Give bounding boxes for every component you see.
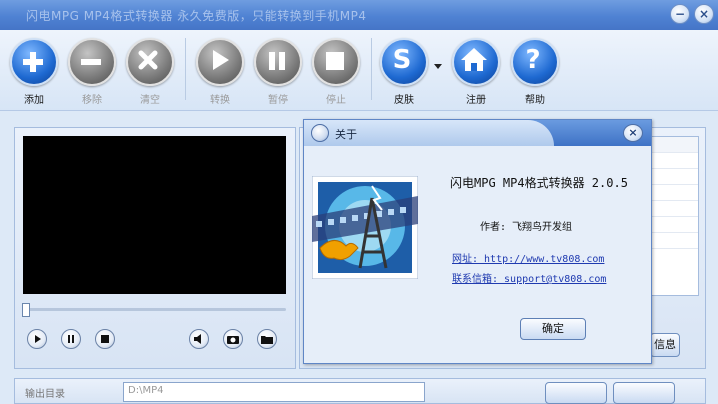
- about-author: 作者: 飞翔鸟开发组: [480, 222, 573, 233]
- dropdown-arrow-icon[interactable]: [434, 64, 442, 69]
- register-button[interactable]: 注册: [451, 38, 501, 106]
- seek-handle[interactable]: [22, 303, 30, 317]
- camera-icon: [227, 336, 239, 344]
- volume-button[interactable]: [189, 329, 209, 349]
- browse-button[interactable]: [545, 382, 607, 404]
- close-button[interactable]: ×: [694, 4, 714, 24]
- toolbar-divider: [185, 38, 186, 100]
- info-button[interactable]: 信息: [650, 333, 680, 357]
- folder-icon: [261, 336, 273, 344]
- window-titlebar: 闪电MPG MP4格式转换器 永久免费版，只能转换到手机MP4 − ×: [0, 0, 718, 30]
- remove-label: 移除: [82, 95, 102, 106]
- output-bar: 输出目录 D:\MP4: [14, 378, 706, 404]
- skin-label: 皮肤: [394, 95, 414, 106]
- player-stop-button[interactable]: [95, 329, 115, 349]
- toolbar: 添加 移除 清空 转换 暂停 停止 S 皮肤 注册 ? 帮助: [0, 30, 718, 111]
- app-icon: [311, 124, 329, 142]
- question-icon: ?: [511, 38, 559, 86]
- video-preview: [23, 136, 286, 294]
- about-close-button[interactable]: ×: [623, 124, 643, 142]
- play-icon: [196, 38, 244, 86]
- about-email-link[interactable]: 联系信箱: support@tv808.com: [452, 270, 606, 285]
- preview-panel: [14, 127, 296, 369]
- skin-icon: S: [380, 38, 428, 86]
- toolbar-divider: [371, 38, 372, 100]
- minimize-button[interactable]: −: [670, 4, 690, 24]
- pause-icon: [254, 38, 302, 86]
- clear-label: 清空: [140, 95, 160, 106]
- player-play-button[interactable]: [27, 329, 47, 349]
- stop-icon: [312, 38, 360, 86]
- file-list[interactable]: [649, 136, 699, 296]
- clear-button[interactable]: 清空: [125, 38, 175, 106]
- skin-button[interactable]: S 皮肤: [379, 38, 429, 106]
- help-button[interactable]: ? 帮助: [510, 38, 560, 106]
- ok-button[interactable]: 确定: [520, 318, 586, 340]
- stop-button[interactable]: 停止: [311, 38, 361, 106]
- output-label: 输出目录: [25, 389, 65, 400]
- app-logo: [312, 176, 418, 279]
- stop-label: 停止: [326, 95, 346, 106]
- x-icon: [126, 38, 174, 86]
- speaker-icon: [194, 334, 201, 344]
- snapshot-button[interactable]: [223, 329, 243, 349]
- about-dialog-title: 关于: [335, 128, 357, 141]
- convert-button[interactable]: 转换: [195, 38, 245, 106]
- plus-icon: [10, 38, 58, 86]
- pause-icon: [68, 335, 74, 343]
- add-button[interactable]: 添加: [9, 38, 59, 106]
- play-icon: [35, 335, 41, 343]
- minus-icon: [68, 38, 116, 86]
- about-dialog-titlebar: 关于 ×: [304, 120, 651, 146]
- output-path-value: D:\MP4: [128, 385, 164, 396]
- player-pause-button[interactable]: [61, 329, 81, 349]
- open-folder-button[interactable]: [257, 329, 277, 349]
- output-path-field[interactable]: D:\MP4: [123, 382, 425, 402]
- convert-label: 转换: [210, 95, 230, 106]
- stop-icon: [101, 335, 109, 343]
- open-button[interactable]: [613, 382, 675, 404]
- remove-button[interactable]: 移除: [67, 38, 117, 106]
- about-dialog: 关于 × 闪电MPG MP4格式转换器 2.0.5 作者: 飞翔鸟开发组 网址:…: [303, 119, 652, 364]
- seek-bar[interactable]: [22, 303, 286, 317]
- home-icon: [452, 38, 500, 86]
- pause-label: 暂停: [268, 95, 288, 106]
- add-label: 添加: [24, 95, 44, 106]
- pause-button[interactable]: 暂停: [253, 38, 303, 106]
- about-website-link[interactable]: 网址: http://www.tv808.com: [452, 250, 604, 265]
- help-label: 帮助: [525, 95, 545, 106]
- about-product-name: 闪电MPG MP4格式转换器 2.0.5: [450, 176, 628, 190]
- register-label: 注册: [466, 95, 486, 106]
- window-title: 闪电MPG MP4格式转换器 永久免费版，只能转换到手机MP4: [26, 9, 367, 23]
